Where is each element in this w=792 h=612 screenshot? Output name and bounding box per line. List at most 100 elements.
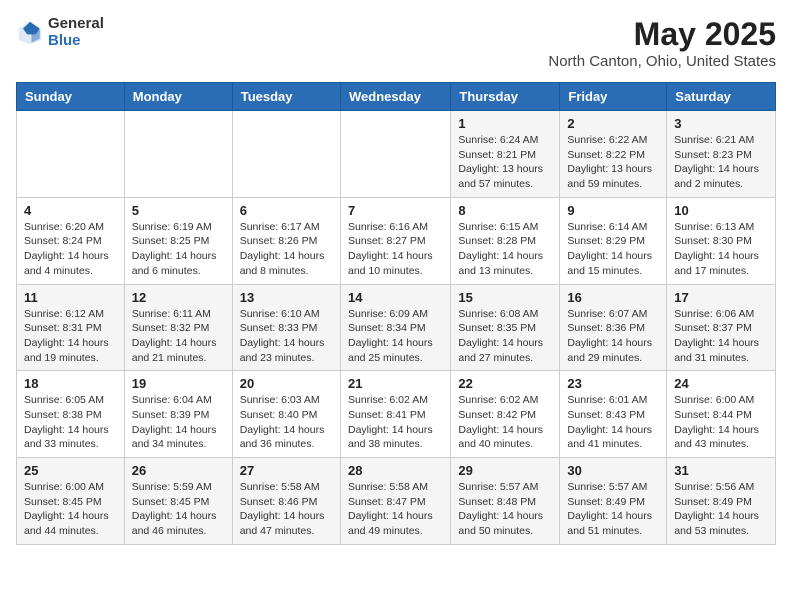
page-subtitle: North Canton, Ohio, United States — [548, 53, 776, 70]
day-number: 12 — [132, 290, 225, 305]
day-info: Sunrise: 6:02 AM Sunset: 8:42 PM Dayligh… — [458, 393, 552, 452]
calendar-cell: 8Sunrise: 6:15 AM Sunset: 8:28 PM Daylig… — [451, 197, 560, 284]
calendar-cell: 13 Sunrise: 6:10 AM Sunset: 8:33 PM Dayli… — [232, 284, 340, 371]
day-number: 2 — [567, 116, 659, 131]
day-number: 17 — [674, 290, 768, 305]
calendar-cell: 3Sunrise: 6:21 AM Sunset: 8:23 PM Daylig… — [667, 111, 776, 198]
day-info: Sunrise: 6:11 AM Sunset: 8:32 PM Dayligh… — [132, 307, 225, 366]
calendar-cell: 11Sunrise: 6:12 AM Sunset: 8:31 PM Dayli… — [17, 284, 125, 371]
calendar-cell: 25 Sunrise: 6:00 AM Sunset: 8:45 PM Dayli… — [17, 458, 125, 545]
logo-text: General Blue — [48, 16, 104, 49]
col-header-saturday: Saturday — [667, 83, 776, 111]
day-info: Sunrise: 5:57 AM Sunset: 8:48 PM Dayligh… — [458, 480, 552, 539]
calendar-cell: 31 Sunrise: 5:56 AM Sunset: 8:49 PM Dayli… — [667, 458, 776, 545]
day-info: Sunrise: 6:20 AM Sunset: 8:24 PM Dayligh… — [24, 220, 117, 279]
calendar-cell: 15 Sunrise: 6:08 AM Sunset: 8:35 PM Dayli… — [451, 284, 560, 371]
calendar-cell: 23 Sunrise: 6:01 AM Sunset: 8:43 PM Dayli… — [560, 371, 667, 458]
calendar-cell: 1 Sunrise: 6:24 AM Sunset: 8:21 PM Daylig… — [451, 111, 560, 198]
logo-blue: Blue — [48, 33, 104, 50]
calendar-cell: 5 Sunrise: 6:19 AM Sunset: 8:25 PM Daylig… — [124, 197, 232, 284]
day-info: Sunrise: 6:22 AM Sunset: 8:22 PM Dayligh… — [567, 133, 659, 192]
calendar-cell — [232, 111, 340, 198]
day-info: Sunrise: 6:08 AM Sunset: 8:35 PM Dayligh… — [458, 307, 552, 366]
day-number: 26 — [132, 463, 225, 478]
day-number: 31 — [674, 463, 768, 478]
logo: General Blue — [16, 16, 104, 49]
day-info: Sunrise: 5:58 AM Sunset: 8:47 PM Dayligh… — [348, 480, 443, 539]
day-number: 15 — [458, 290, 552, 305]
calendar-cell: 30 Sunrise: 5:57 AM Sunset: 8:49 PM Dayli… — [560, 458, 667, 545]
calendar-cell: 14Sunrise: 6:09 AM Sunset: 8:34 PM Dayli… — [340, 284, 450, 371]
calendar-cell — [124, 111, 232, 198]
calendar-cell: 16 Sunrise: 6:07 AM Sunset: 8:36 PM Dayli… — [560, 284, 667, 371]
day-number: 22 — [458, 376, 552, 391]
day-info: Sunrise: 6:24 AM Sunset: 8:21 PM Dayligh… — [458, 133, 552, 192]
col-header-thursday: Thursday — [451, 83, 560, 111]
calendar-cell: 12 Sunrise: 6:11 AM Sunset: 8:32 PM Dayli… — [124, 284, 232, 371]
day-info: Sunrise: 6:19 AM Sunset: 8:25 PM Dayligh… — [132, 220, 225, 279]
page-title: May 2025 — [548, 16, 776, 53]
day-info: Sunrise: 6:12 AM Sunset: 8:31 PM Dayligh… — [24, 307, 117, 366]
col-header-wednesday: Wednesday — [340, 83, 450, 111]
day-info: Sunrise: 5:56 AM Sunset: 8:49 PM Dayligh… — [674, 480, 768, 539]
day-number: 19 — [132, 376, 225, 391]
calendar-cell — [17, 111, 125, 198]
day-number: 6 — [240, 203, 333, 218]
logo-icon — [16, 19, 44, 47]
day-number: 7 — [348, 203, 443, 218]
week-row-4: 25 Sunrise: 6:00 AM Sunset: 8:45 PM Dayli… — [17, 458, 776, 545]
day-number: 25 — [24, 463, 117, 478]
day-info: Sunrise: 6:03 AM Sunset: 8:40 PM Dayligh… — [240, 393, 333, 452]
week-row-2: 11Sunrise: 6:12 AM Sunset: 8:31 PM Dayli… — [17, 284, 776, 371]
day-number: 18 — [24, 376, 117, 391]
day-number: 3 — [674, 116, 768, 131]
day-info: Sunrise: 6:10 AM Sunset: 8:33 PM Dayligh… — [240, 307, 333, 366]
week-row-3: 18 Sunrise: 6:05 AM Sunset: 8:38 PM Dayli… — [17, 371, 776, 458]
logo-general: General — [48, 16, 104, 33]
week-row-1: 4 Sunrise: 6:20 AM Sunset: 8:24 PM Daylig… — [17, 197, 776, 284]
day-number: 27 — [240, 463, 333, 478]
col-header-tuesday: Tuesday — [232, 83, 340, 111]
calendar-cell — [340, 111, 450, 198]
day-info: Sunrise: 6:07 AM Sunset: 8:36 PM Dayligh… — [567, 307, 659, 366]
day-number: 21 — [348, 376, 443, 391]
day-number: 13 — [240, 290, 333, 305]
day-number: 5 — [132, 203, 225, 218]
day-number: 1 — [458, 116, 552, 131]
week-row-0: 1 Sunrise: 6:24 AM Sunset: 8:21 PM Daylig… — [17, 111, 776, 198]
day-number: 30 — [567, 463, 659, 478]
day-number: 23 — [567, 376, 659, 391]
day-info: Sunrise: 6:15 AM Sunset: 8:28 PM Dayligh… — [458, 220, 552, 279]
calendar-cell: 29Sunrise: 5:57 AM Sunset: 8:48 PM Dayli… — [451, 458, 560, 545]
day-info: Sunrise: 6:04 AM Sunset: 8:39 PM Dayligh… — [132, 393, 225, 452]
day-info: Sunrise: 6:13 AM Sunset: 8:30 PM Dayligh… — [674, 220, 768, 279]
title-block: May 2025 North Canton, Ohio, United Stat… — [548, 16, 776, 70]
calendar-cell: 10 Sunrise: 6:13 AM Sunset: 8:30 PM Dayli… — [667, 197, 776, 284]
day-info: Sunrise: 5:59 AM Sunset: 8:45 PM Dayligh… — [132, 480, 225, 539]
day-info: Sunrise: 5:58 AM Sunset: 8:46 PM Dayligh… — [240, 480, 333, 539]
page-header: General Blue May 2025 North Canton, Ohio… — [16, 16, 776, 70]
day-info: Sunrise: 6:06 AM Sunset: 8:37 PM Dayligh… — [674, 307, 768, 366]
day-number: 4 — [24, 203, 117, 218]
day-info: Sunrise: 6:00 AM Sunset: 8:44 PM Dayligh… — [674, 393, 768, 452]
calendar-cell: 17 Sunrise: 6:06 AM Sunset: 8:37 PM Dayli… — [667, 284, 776, 371]
day-number: 14 — [348, 290, 443, 305]
day-info: Sunrise: 6:16 AM Sunset: 8:27 PM Dayligh… — [348, 220, 443, 279]
day-number: 24 — [674, 376, 768, 391]
day-info: Sunrise: 6:01 AM Sunset: 8:43 PM Dayligh… — [567, 393, 659, 452]
day-info: Sunrise: 6:05 AM Sunset: 8:38 PM Dayligh… — [24, 393, 117, 452]
calendar-cell: 22 Sunrise: 6:02 AM Sunset: 8:42 PM Dayli… — [451, 371, 560, 458]
day-info: Sunrise: 6:00 AM Sunset: 8:45 PM Dayligh… — [24, 480, 117, 539]
col-header-friday: Friday — [560, 83, 667, 111]
day-info: Sunrise: 6:17 AM Sunset: 8:26 PM Dayligh… — [240, 220, 333, 279]
day-info: Sunrise: 5:57 AM Sunset: 8:49 PM Dayligh… — [567, 480, 659, 539]
calendar-cell: 20Sunrise: 6:03 AM Sunset: 8:40 PM Dayli… — [232, 371, 340, 458]
day-number: 16 — [567, 290, 659, 305]
col-header-sunday: Sunday — [17, 83, 125, 111]
calendar-header-row: SundayMondayTuesdayWednesdayThursdayFrid… — [17, 83, 776, 111]
col-header-monday: Monday — [124, 83, 232, 111]
calendar-cell: 2 Sunrise: 6:22 AM Sunset: 8:22 PM Daylig… — [560, 111, 667, 198]
day-number: 10 — [674, 203, 768, 218]
calendar-cell: 27 Sunrise: 5:58 AM Sunset: 8:46 PM Dayli… — [232, 458, 340, 545]
calendar-cell: 4 Sunrise: 6:20 AM Sunset: 8:24 PM Daylig… — [17, 197, 125, 284]
